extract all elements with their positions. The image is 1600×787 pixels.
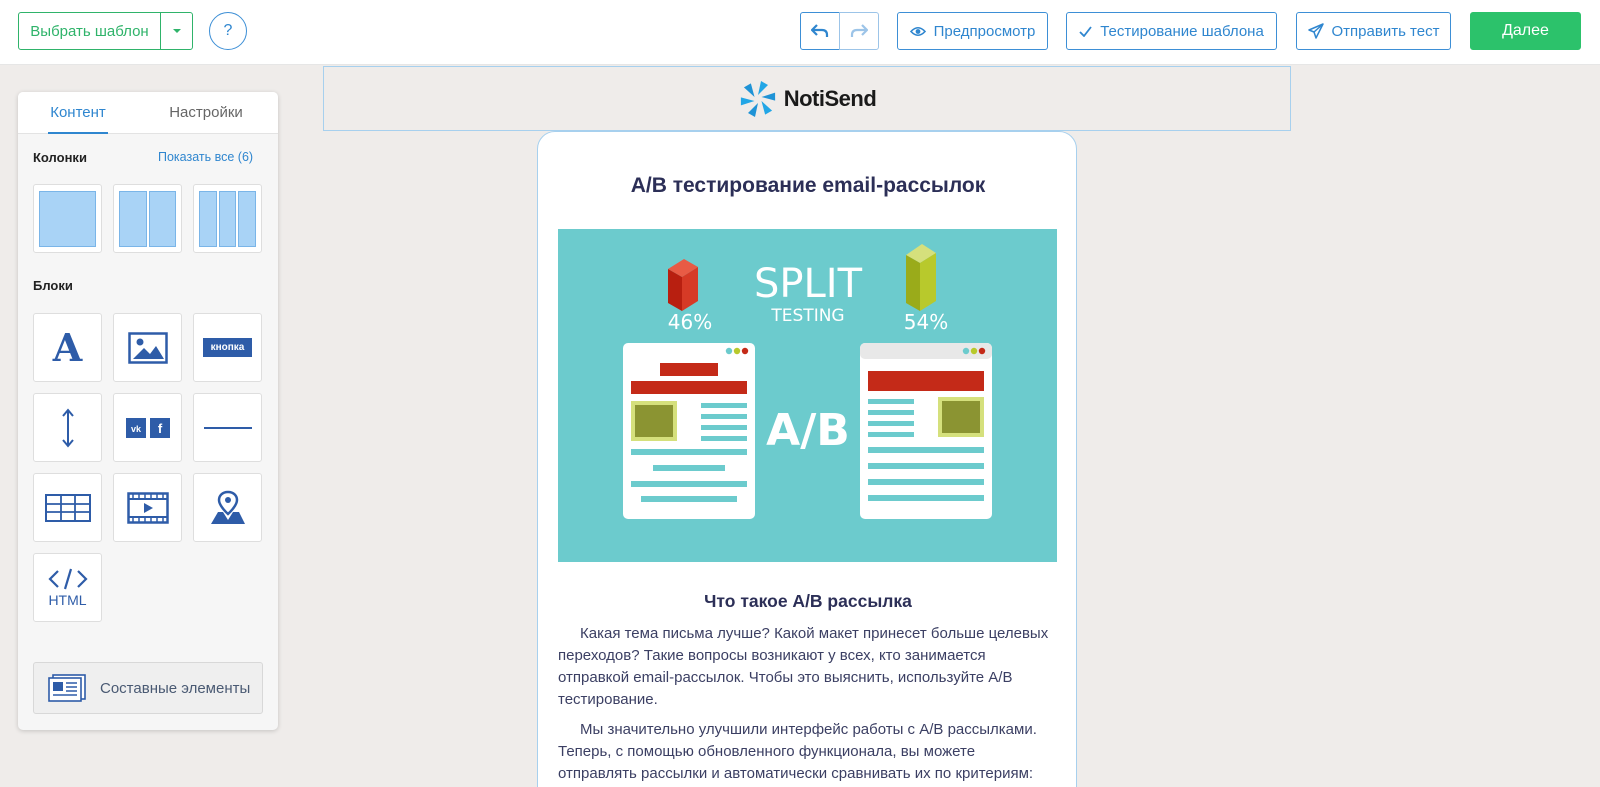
social-icons-icon: vk f bbox=[125, 417, 170, 438]
one-column-icon bbox=[39, 190, 96, 247]
image-icon bbox=[127, 331, 168, 364]
choose-template-dropdown-button[interactable] bbox=[160, 12, 193, 50]
two-column-layout[interactable] bbox=[113, 184, 182, 253]
table-block[interactable] bbox=[33, 473, 102, 542]
text-block[interactable]: A bbox=[33, 313, 102, 382]
top-toolbar: Выбрать шаблон ? Предпросмотр Тестирован… bbox=[0, 0, 1600, 65]
show-all-columns-link[interactable]: Показать все (6) bbox=[158, 150, 253, 164]
caret-down-icon bbox=[172, 29, 181, 33]
map-pin-icon bbox=[210, 490, 245, 524]
composite-elements-button[interactable]: Составные элементы bbox=[33, 662, 263, 714]
test-template-button[interactable]: Тестирование шаблона bbox=[1066, 12, 1277, 50]
next-button[interactable]: Далее bbox=[1470, 12, 1581, 50]
html-block-label: HTML bbox=[48, 591, 87, 608]
columns-section-title: Колонки bbox=[33, 150, 87, 165]
three-column-icon bbox=[199, 190, 257, 247]
left-percent: 46% bbox=[668, 310, 712, 334]
spacer-block[interactable] bbox=[33, 393, 102, 462]
help-button[interactable]: ? bbox=[209, 12, 247, 50]
email-title: A/B тестирование email-рассылок bbox=[630, 174, 986, 197]
notisend-logo-icon bbox=[740, 80, 775, 117]
tab-settings[interactable]: Настройки bbox=[166, 92, 246, 134]
content-sidebar: Контент Настройки Колонки Показать все (… bbox=[18, 92, 278, 730]
sidebar-tabs: Контент Настройки bbox=[18, 92, 278, 134]
svg-text:vk: vk bbox=[130, 424, 141, 434]
image-block[interactable] bbox=[113, 313, 182, 382]
email-body[interactable]: A/B тестирование email-рассылок SPLIT TE… bbox=[537, 131, 1077, 787]
three-column-layout[interactable] bbox=[193, 184, 262, 253]
send-test-button[interactable]: Отправить тест bbox=[1296, 12, 1451, 50]
test-template-label: Тестирование шаблона bbox=[1100, 22, 1264, 40]
email-paragraph-2: Мы значительно улучшили интерфейс работы… bbox=[558, 721, 1037, 782]
choose-template-button[interactable]: Выбрать шаблон bbox=[18, 12, 161, 50]
divider-block[interactable] bbox=[193, 393, 262, 462]
table-icon bbox=[44, 493, 91, 522]
vertical-arrows-icon bbox=[61, 407, 74, 448]
one-column-layout[interactable] bbox=[33, 184, 102, 253]
right-percent: 54% bbox=[904, 310, 948, 334]
video-block[interactable] bbox=[113, 473, 182, 542]
check-icon bbox=[1079, 25, 1092, 37]
paper-plane-icon bbox=[1307, 23, 1324, 39]
preview-label: Предпросмотр bbox=[933, 22, 1036, 40]
email-paragraph-1: Какая тема письма лучше? Какой макет при… bbox=[558, 625, 1049, 708]
email-subtitle: Что такое A/B рассылка bbox=[704, 591, 912, 611]
button-icon: кнопка bbox=[202, 338, 253, 357]
svg-text:f: f bbox=[157, 421, 162, 436]
eye-icon bbox=[909, 26, 926, 36]
help-label: ? bbox=[223, 22, 233, 39]
composite-elements-icon bbox=[48, 674, 86, 702]
map-block[interactable] bbox=[193, 473, 262, 542]
choose-template-label: Выбрать шаблон bbox=[30, 22, 149, 40]
notisend-logo-text: NotiSend bbox=[783, 85, 877, 111]
composite-elements-label: Составные элементы bbox=[100, 679, 251, 697]
video-icon bbox=[126, 491, 169, 524]
code-icon bbox=[47, 568, 88, 589]
split-text: SPLIT bbox=[754, 261, 863, 307]
undo-button[interactable] bbox=[800, 12, 840, 50]
blocks-section-title: Блоки bbox=[33, 278, 73, 293]
send-test-label: Отправить тест bbox=[1331, 22, 1440, 40]
email-header-block[interactable]: NotiSend bbox=[323, 66, 1291, 131]
preview-button[interactable]: Предпросмотр bbox=[897, 12, 1048, 50]
ab-testing-illustration: SPLIT TESTING 46% 54% A/B bbox=[558, 229, 1057, 562]
social-block[interactable]: vk f bbox=[113, 393, 182, 462]
two-column-icon bbox=[119, 190, 176, 247]
redo-icon bbox=[850, 24, 868, 37]
testing-text: TESTING bbox=[770, 306, 844, 326]
redo-button[interactable] bbox=[839, 12, 879, 50]
ab-text: A/B bbox=[766, 405, 850, 456]
text-icon: A bbox=[52, 325, 83, 370]
undo-icon bbox=[811, 24, 829, 37]
button-block[interactable]: кнопка bbox=[193, 313, 262, 382]
tab-content[interactable]: Контент bbox=[48, 92, 108, 134]
next-label: Далее bbox=[1502, 22, 1549, 39]
html-block[interactable]: HTML bbox=[33, 553, 102, 622]
divider-icon bbox=[203, 426, 252, 429]
